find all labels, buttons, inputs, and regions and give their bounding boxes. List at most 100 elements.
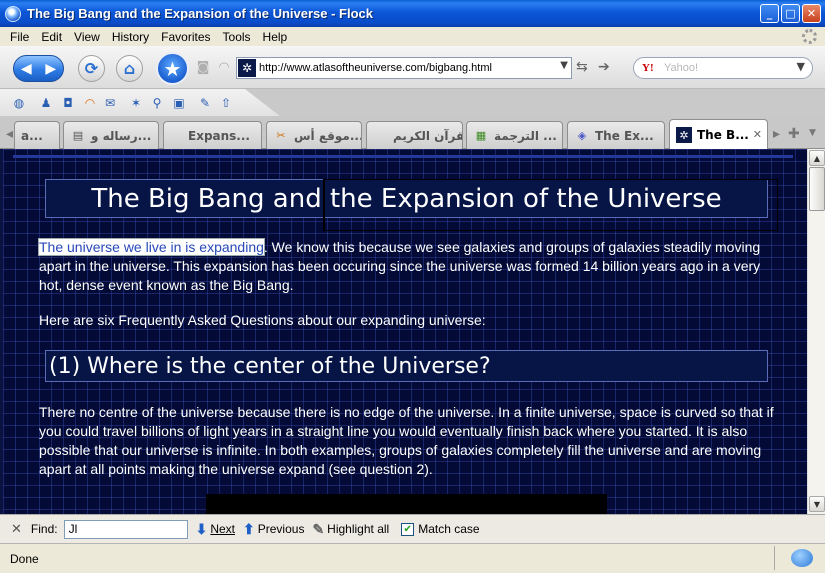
throbber-icon bbox=[802, 29, 817, 44]
faq-intro: Here are six Frequently Asked Questions … bbox=[39, 312, 486, 328]
tab-strip: ◂ a... ▤ رساله و... Expans... ✂ موقع أس.… bbox=[0, 116, 825, 150]
tab-label: القرآن الكريم bbox=[393, 128, 462, 143]
question-1-answer: There no centre of the universe because … bbox=[39, 404, 774, 477]
scrollbar-thumb[interactable] bbox=[809, 167, 825, 211]
menu-tools[interactable]: Tools bbox=[217, 30, 257, 44]
find-highlight: The universe we live in is expanding bbox=[38, 238, 265, 256]
page-content: The Big Bang and the Expansion of the Un… bbox=[0, 149, 807, 514]
page-icon: ▤ bbox=[72, 129, 84, 142]
flock-app-icon bbox=[5, 5, 21, 22]
menu-file[interactable]: File bbox=[4, 30, 35, 44]
menu-history[interactable]: History bbox=[106, 30, 155, 44]
search-box[interactable]: Y! Yahoo! ▼ bbox=[633, 57, 813, 79]
divider bbox=[13, 155, 793, 158]
tab-4[interactable]: ✂ موقع أس... bbox=[266, 121, 362, 149]
checkbox-checked-icon[interactable]: ✔ bbox=[401, 522, 415, 536]
tab-3[interactable]: Expans... bbox=[163, 121, 262, 149]
camera-icon[interactable]: ◙ bbox=[195, 60, 211, 76]
intro-paragraph: The universe we live in is expanding. We… bbox=[38, 238, 779, 295]
people-icon[interactable]: ♟ bbox=[38, 95, 54, 111]
tab-8-active[interactable]: ✲ The B... ✕ bbox=[669, 119, 768, 150]
question-1-heading: (1) Where is the center of the Universe? bbox=[45, 350, 768, 382]
highlighter-icon: ✎ bbox=[312, 520, 325, 537]
menu-view[interactable]: View bbox=[68, 30, 106, 44]
menu-help[interactable]: Help bbox=[257, 30, 294, 44]
close-button[interactable]: ✕ bbox=[802, 4, 821, 23]
tab-scroll-left-icon[interactable]: ◂ bbox=[6, 126, 13, 142]
tab-7[interactable]: ◈ The Ex... bbox=[567, 121, 665, 149]
down-arrow-icon: ⬇ bbox=[195, 520, 208, 537]
rss-icon[interactable]: ◠ bbox=[216, 60, 232, 76]
menu-edit[interactable]: Edit bbox=[35, 30, 68, 44]
find-next-button[interactable]: ⬇ Next bbox=[196, 521, 235, 538]
tab-label: a... bbox=[21, 128, 43, 143]
scroll-down-icon[interactable]: ▼ bbox=[809, 496, 825, 512]
home-icon: ⌂ bbox=[123, 59, 136, 78]
forward-arrow-icon[interactable]: ▶ bbox=[45, 61, 56, 77]
menu-bar: File Edit View History Favorites Tools H… bbox=[0, 27, 825, 46]
vertical-scrollbar[interactable]: ▲ ▼ bbox=[807, 149, 825, 514]
window-controls: _ □ ✕ bbox=[760, 4, 821, 23]
network-icon[interactable]: ✶ bbox=[128, 95, 144, 111]
window-title-bar: The Big Bang and the Expansion of the Un… bbox=[0, 0, 825, 27]
maximize-button[interactable]: □ bbox=[781, 4, 800, 23]
status-text: Done bbox=[10, 551, 39, 566]
tab-1[interactable]: a... bbox=[14, 121, 60, 149]
scroll-up-icon[interactable]: ▲ bbox=[809, 150, 825, 166]
mail-icon[interactable]: ✉ bbox=[102, 95, 118, 111]
clip-icon[interactable]: ⇆ bbox=[576, 59, 588, 75]
tab-label: The B... bbox=[697, 128, 749, 142]
chat-bubble-icon[interactable] bbox=[791, 549, 813, 567]
window-title: The Big Bang and the Expansion of the Un… bbox=[27, 6, 373, 21]
tab-label: The Ex... bbox=[595, 128, 654, 143]
reload-button[interactable]: ⟳ bbox=[78, 55, 105, 82]
home-button[interactable]: ⌂ bbox=[116, 55, 143, 82]
site-favicon: ✲ bbox=[238, 59, 256, 77]
go-arrow-icon[interactable]: ➔ bbox=[598, 59, 610, 75]
minimize-button[interactable]: _ bbox=[760, 4, 779, 23]
url-text[interactable]: http://www.atlasoftheuniverse.com/bigban… bbox=[259, 62, 492, 74]
star-icon: ★ bbox=[163, 56, 182, 81]
url-dropdown-icon[interactable]: ▼ bbox=[560, 60, 568, 71]
upload-icon[interactable]: ⇧ bbox=[218, 95, 234, 111]
page-title: The Big Bang and the Expansion of the Un… bbox=[45, 179, 768, 218]
tab-6[interactable]: ▦ الترجمة ... bbox=[466, 121, 563, 149]
globe-icon[interactable]: ◍ bbox=[11, 95, 27, 111]
tab-2[interactable]: ▤ رساله و... bbox=[63, 121, 159, 149]
feeds-icon[interactable]: ◠ bbox=[82, 95, 98, 111]
search-placeholder[interactable]: Yahoo! bbox=[664, 62, 698, 74]
yahoo-icon[interactable]: Y! bbox=[642, 62, 664, 74]
tab-5[interactable]: القرآن الكريم bbox=[366, 121, 463, 149]
match-case-checkbox[interactable]: ✔ Match case bbox=[401, 522, 480, 536]
address-bar[interactable]: ✲ http://www.atlasoftheuniverse.com/bigb… bbox=[236, 57, 572, 79]
reload-icon: ⟳ bbox=[84, 59, 99, 78]
back-arrow-icon[interactable]: ◀ bbox=[21, 61, 32, 77]
tab-label: رساله و... bbox=[91, 128, 152, 143]
find-close-icon[interactable]: ✕ bbox=[11, 521, 22, 537]
divider bbox=[774, 546, 775, 570]
tab-label: موقع أس... bbox=[294, 128, 361, 143]
services-toolbar: ◍ ♟ ◘ ◠ ✉ ✶ ⚲ ▣ ✎ ⇧ bbox=[0, 89, 825, 116]
find-previous-button[interactable]: ⬆ Previous bbox=[243, 521, 304, 538]
clipboard-icon[interactable]: ▣ bbox=[171, 95, 187, 111]
blog-icon[interactable]: ✎ bbox=[197, 95, 213, 111]
previous-label: Previous bbox=[257, 522, 305, 536]
pin-icon[interactable]: ⚲ bbox=[149, 95, 165, 111]
back-forward-button[interactable]: ◀ ▶ bbox=[13, 55, 64, 82]
search-dropdown-icon[interactable]: ▼ bbox=[797, 60, 805, 73]
tab-list-dropdown-icon[interactable]: ▼ bbox=[809, 128, 816, 138]
find-input[interactable]: Jl bbox=[63, 519, 188, 539]
google-icon: ▦ bbox=[475, 129, 487, 142]
star-icon: ✲ bbox=[676, 127, 692, 143]
favorites-star-button[interactable]: ★ bbox=[156, 52, 189, 85]
new-tab-icon[interactable]: ✚ bbox=[788, 126, 800, 142]
tab-scroll-right-icon[interactable]: ▸ bbox=[773, 126, 780, 142]
highlight-all-button[interactable]: ✎ Highlight all bbox=[312, 521, 389, 538]
find-bar: ✕ Find: Jl ⬇ Next ⬆ Previous ✎ Highlight… bbox=[0, 514, 825, 543]
tools-icon: ✂ bbox=[276, 129, 286, 142]
tab-close-icon[interactable]: ✕ bbox=[753, 128, 762, 141]
menu-favorites[interactable]: Favorites bbox=[155, 30, 216, 44]
image-placeholder bbox=[206, 494, 607, 514]
media-icon[interactable]: ◘ bbox=[60, 95, 76, 111]
navigation-toolbar: ◀ ▶ ⟳ ⌂ ★ ◙ ◠ ✲ http://www.atlasoftheuni… bbox=[0, 46, 825, 89]
